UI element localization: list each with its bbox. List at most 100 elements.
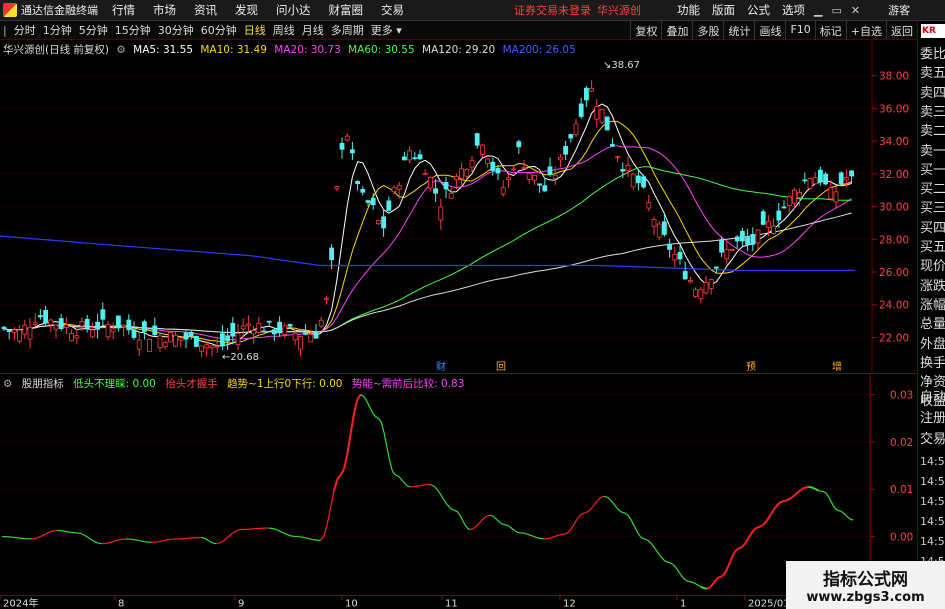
draw-line-button[interactable]: 画线 xyxy=(754,21,785,40)
candle-up xyxy=(121,324,126,328)
more-dropdown[interactable]: 更多 ▾ xyxy=(371,22,402,38)
candle-up xyxy=(297,336,303,350)
back-button[interactable]: 返回 xyxy=(886,21,917,40)
settings-icon[interactable]: ⚙ xyxy=(116,44,125,56)
menu-trade[interactable]: 交易 xyxy=(381,2,404,18)
tab-30min[interactable]: 30分钟 xyxy=(158,22,194,38)
indicator-segment xyxy=(159,540,164,543)
indicator-segment xyxy=(557,533,562,536)
f10-button[interactable]: F10 xyxy=(785,21,814,40)
statistics-button[interactable]: 统计 xyxy=(723,21,754,40)
indicator-segment xyxy=(303,536,309,540)
indicator-segment xyxy=(787,496,793,501)
indicator-low-label: 低头不理睬: 0.00 xyxy=(73,378,156,390)
maximize-icon[interactable]: ▭ xyxy=(831,4,841,17)
candle-down xyxy=(714,266,719,269)
indicator-segment xyxy=(640,536,645,540)
candle-up xyxy=(292,332,298,341)
menu-discover[interactable]: 发现 xyxy=(235,2,258,18)
menu-formula[interactable]: 公式 xyxy=(747,2,770,18)
indicator-segment xyxy=(404,483,409,487)
add-watchlist-button[interactable]: +自选 xyxy=(845,21,886,40)
price-tick-label: 32.00 xyxy=(879,169,909,181)
tab-60min[interactable]: 60分钟 xyxy=(201,22,237,38)
event-marker: 回 xyxy=(496,361,506,373)
candle-up xyxy=(646,202,652,209)
price-tick-label: 26.00 xyxy=(879,267,909,279)
indicator-segment xyxy=(375,416,379,419)
indicator-segment xyxy=(88,537,94,542)
side-label: 卖五 xyxy=(920,66,945,82)
mark-button[interactable]: 标记 xyxy=(814,21,846,40)
indicator-segment xyxy=(647,540,653,546)
candle-down xyxy=(100,309,106,320)
candle-up xyxy=(167,331,173,343)
tab-multi-period[interactable]: 多周期 xyxy=(331,22,364,38)
candle-down xyxy=(719,239,724,253)
indicator-segment xyxy=(76,532,81,535)
tab-timeshare[interactable]: 分时 xyxy=(14,22,36,38)
indicator-segment xyxy=(514,530,518,533)
candle-down xyxy=(329,247,335,261)
menu-ask[interactable]: 问小达 xyxy=(276,2,311,18)
indicator-segment xyxy=(664,560,670,564)
indicator-segment xyxy=(48,530,53,534)
indicator-segment xyxy=(766,513,772,522)
menu-functions[interactable]: 功能 xyxy=(677,2,700,18)
tab-weekly[interactable]: 周线 xyxy=(273,22,295,38)
candle-down xyxy=(1,326,7,330)
candle-up xyxy=(698,289,704,299)
multi-stock-button[interactable]: 多股 xyxy=(692,21,723,40)
indicator-segment xyxy=(770,507,777,515)
indicator-segment xyxy=(506,524,511,528)
candle-down xyxy=(474,133,480,146)
indicator-segment xyxy=(486,514,491,517)
indicator-segment xyxy=(791,493,797,499)
menu-news[interactable]: 资讯 xyxy=(194,2,217,18)
candle-up xyxy=(407,150,413,161)
candle-down xyxy=(287,324,293,327)
indicator-segment xyxy=(203,537,207,540)
indicator-segment xyxy=(286,533,292,537)
overlay-button[interactable]: 叠加 xyxy=(661,21,692,40)
menu-bar: 通达信金融终端 行情 市场 资讯 发现 问小达 财富圈 交易 证券交易未登录 华… xyxy=(0,0,945,21)
app-logo-icon xyxy=(3,3,17,17)
candle-down xyxy=(230,322,236,337)
kline-chart[interactable]: 38.00 36.00 34.00 32.00 30.00 28.00 26.00 24.00… xyxy=(0,40,917,373)
close-icon[interactable]: ✕ xyxy=(851,4,860,17)
tab-monthly[interactable]: 月线 xyxy=(302,22,324,38)
indicator-segment xyxy=(827,496,832,502)
candle-down xyxy=(381,216,387,229)
side-time: 14:56 xyxy=(920,515,945,528)
tab-5min[interactable]: 5分钟 xyxy=(79,22,108,38)
indicator-segment xyxy=(282,531,288,535)
indicator-chart[interactable]: 0.03 0.02 0.01 0.00 xyxy=(0,373,917,595)
menu-market[interactable]: 市场 xyxy=(153,2,176,18)
tab-1min[interactable]: 1分钟 xyxy=(43,22,72,38)
minimize-icon[interactable]: ▁ xyxy=(814,4,822,17)
indicator-segment xyxy=(44,532,49,536)
tab-15min[interactable]: 15分钟 xyxy=(115,22,151,38)
user-label[interactable]: 游客 xyxy=(888,2,910,18)
menu-options[interactable]: 选项 xyxy=(782,2,805,18)
indicator-segment xyxy=(577,513,582,519)
adjust-button[interactable]: 复权 xyxy=(630,21,661,40)
menu-layout[interactable]: 版面 xyxy=(712,2,735,18)
indicator-segment xyxy=(607,497,612,501)
price-tick-label: 34.00 xyxy=(879,136,909,148)
indicator-segment xyxy=(329,491,335,508)
side-label: 换手 xyxy=(920,355,945,371)
candle-down xyxy=(360,188,366,193)
candle-up xyxy=(708,279,714,289)
tab-daily[interactable]: 日线 xyxy=(244,22,266,38)
indicator-settings-icon[interactable]: ⚙ xyxy=(3,378,12,390)
indicator-segment xyxy=(52,529,57,532)
menu-wealth[interactable]: 财富圈 xyxy=(329,2,364,18)
candle-up xyxy=(479,144,485,155)
menu-quotes[interactable]: 行情 xyxy=(112,2,135,18)
indicator-segment xyxy=(368,406,373,413)
login-status[interactable]: 证券交易未登录 xyxy=(514,2,591,18)
candle-up xyxy=(74,335,80,339)
candle-up xyxy=(771,225,776,234)
indicator-segment xyxy=(847,517,852,520)
